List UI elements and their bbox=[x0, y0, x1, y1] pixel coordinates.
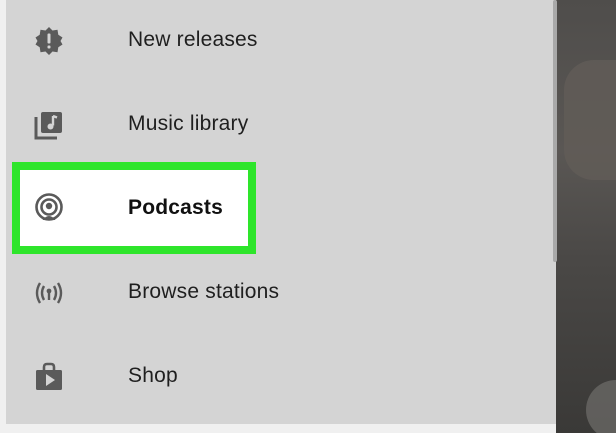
music-library-icon bbox=[32, 108, 66, 142]
shop-icon bbox=[32, 360, 66, 394]
background-shape bbox=[564, 60, 616, 180]
drawer-item-label: Music library bbox=[128, 112, 249, 135]
drawer-item-label: Shop bbox=[128, 364, 178, 387]
drawer-item-new-releases[interactable]: New releases bbox=[6, 0, 556, 84]
background-shape bbox=[586, 380, 616, 433]
navigation-drawer: New releases Music library Podcasts Brow… bbox=[6, 0, 557, 424]
drawer-item-label: New releases bbox=[128, 28, 258, 51]
podcasts-icon bbox=[32, 192, 66, 226]
drawer-item-browse-stations[interactable]: Browse stations bbox=[6, 252, 556, 336]
radio-stations-icon bbox=[32, 276, 66, 310]
drawer-item-label: Podcasts bbox=[128, 196, 223, 219]
drawer-item-podcasts[interactable]: Podcasts bbox=[6, 168, 556, 252]
new-releases-icon bbox=[32, 24, 66, 58]
drawer-item-label: Browse stations bbox=[128, 280, 280, 303]
screen: New releases Music library Podcasts Brow… bbox=[0, 0, 616, 433]
dimmed-content[interactable] bbox=[556, 0, 616, 433]
drawer-item-shop[interactable]: Shop bbox=[6, 336, 556, 420]
drawer-item-music-library[interactable]: Music library bbox=[6, 84, 556, 168]
